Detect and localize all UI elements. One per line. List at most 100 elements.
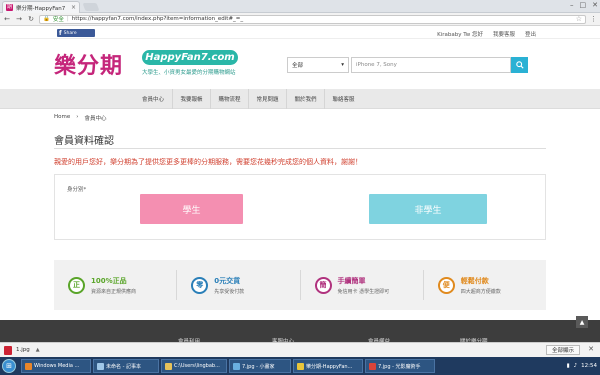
non-student-button[interactable]: 非學生 [369,194,487,224]
feature-subtitle: 免信用卡 憑學生證即可 [337,288,390,295]
breadcrumb-current: 會員中心 [84,116,107,122]
nav-item-member-center[interactable]: 會員中心 [134,89,172,109]
feature-subtitle: 四大超商方便繳款 [460,288,501,295]
search-category-select[interactable]: 全部 ▾ [287,57,349,73]
breadcrumb-separator: › [76,114,79,120]
site-top-strip: f Share Kirababy Tw 您好 我要客服 登出 [0,27,600,39]
identity-label: 身分別* [67,187,87,193]
main-nav: 會員中心 我要報帳 購物流程 常見問題 關於我們 聯絡客服 [0,89,600,109]
download-bar: 1.jpg ▲ 全部顯示 ✕ [0,342,600,357]
taskbar-label: 未命名 - 記事本 [106,363,141,370]
feature-title: 100%正品 [91,276,127,285]
feature-item: 便 輕鬆付款 四大超商方便繳款 [422,270,546,300]
url-text: https://happyfan7.com/index.php?item=inf… [71,16,244,22]
scroll-to-top-button[interactable]: ▲ [576,316,588,328]
browser-tab[interactable]: 期 樂分期-HappyFan7 × [2,1,80,13]
chrome-icon [297,362,304,370]
taskbar-item[interactable]: 7.jpg - 光影魔術手 [365,359,435,373]
show-all-downloads-button[interactable]: 全部顯示 [545,345,580,355]
network-icon[interactable]: ▮ [567,363,570,369]
taskbar-item[interactable]: 樂分期-HappyFan... [293,359,363,373]
address-bar: ← → ↻ 🔒 安全 | https://happyfan7.com/index… [0,13,600,26]
feature-title: 輕鬆付款 [460,276,489,285]
taskbar-label: Windows Media ... [34,363,80,369]
feature-title: 手續簡單 [337,276,366,285]
paint-icon [233,362,240,370]
taskbar-label: C:\Users\lingbab... [174,363,220,369]
feature-item: 簡 手續簡單 免信用卡 憑學生證即可 [299,270,423,300]
nav-item-faq[interactable]: 常見問題 [248,89,286,109]
minimize-icon[interactable]: – [570,1,574,9]
clock[interactable]: 12:54 [581,363,597,369]
photo-editor-icon [369,362,376,370]
lock-icon: 🔒 [43,16,50,22]
taskbar-label: 7.jpg - 小畫家 [242,363,275,370]
facebook-icon: f [59,29,62,37]
bookmark-star-icon[interactable]: ☆ [576,15,582,23]
feature-subtitle: 資源來自正規供應商 [91,288,137,295]
zero-icon: 零 [191,276,209,294]
feature-item: 零 0元交貨 先享受後付款 [176,270,299,300]
reload-icon[interactable]: ↻ [27,15,35,23]
top-links: Kirababy Tw 您好 我要客服 登出 [437,30,536,38]
taskbar-item[interactable]: C:\Users\lingbab... [161,359,227,373]
system-tray: ▮ ♪ 12:54 [567,357,597,375]
start-button[interactable]: ⊞ [2,359,16,373]
site-header: 樂分期 HappyFan7.com 大學生、小資男女最愛的分期購物網站 全部 ▾… [0,40,600,88]
facebook-share-button[interactable]: f Share [57,29,95,37]
taskbar-item[interactable]: Windows Media ... [21,359,91,373]
page-title: 會員資料確認 [54,136,114,147]
student-button[interactable]: 學生 [140,194,243,224]
logout-link[interactable]: 登出 [525,30,536,38]
tab-close-icon[interactable]: × [71,4,76,11]
search-button[interactable] [511,57,528,73]
logo-chinese[interactable]: 樂分期 [54,48,123,80]
url-field[interactable]: 🔒 安全 | https://happyfan7.com/index.php?i… [39,14,586,24]
logo-badge[interactable]: HappyFan7.com [142,50,238,65]
feature-item: 正 100%正品 資源來自正規供應商 [54,270,176,300]
windows-taskbar: ⊞ Windows Media ... 未命名 - 記事本 C:\Users\l… [0,357,600,375]
logo-tagline: 大學生、小資男女最愛的分期購物網站 [142,70,236,76]
chevron-down-icon: ▾ [341,62,344,68]
breadcrumb-home[interactable]: Home [54,114,70,122]
url-separator: | [66,16,69,22]
tab-title: 樂分期-HappyFan7 [16,5,66,12]
secure-label: 安全 [52,17,64,23]
nav-item-contact[interactable]: 聯絡客服 [324,89,362,109]
features-strip: 正 100%正品 資源來自正規供應商 零 0元交貨 先享受後付款 簡 手續簡單 … [54,260,546,310]
forward-arrow-icon[interactable]: → [15,15,23,23]
back-arrow-icon[interactable]: ← [3,15,11,23]
nav-item-reimburse[interactable]: 我要報帳 [172,89,210,109]
volume-icon[interactable]: ♪ [574,363,578,369]
download-item[interactable]: 1.jpg ▲ [4,345,40,355]
fb-share-label: Share [63,30,77,36]
genuine-icon: 正 [68,276,85,294]
site-footer: 會員利用 客服中心 會員權益 關於樂分期 [0,320,600,345]
feature-title: 0元交貨 [214,276,241,285]
taskbar-label: 7.jpg - 光影魔術手 [378,363,421,370]
maximize-icon[interactable]: □ [580,1,587,9]
browser-menu-icon[interactable]: ⋮ [590,15,597,23]
site-favicon-icon: 期 [6,4,13,11]
title-divider [54,148,546,149]
window-controls: – □ ✕ [570,1,598,9]
taskbar-item[interactable]: 未命名 - 記事本 [93,359,159,373]
breadcrumb: Home › 會員中心 [54,114,106,122]
new-tab-button[interactable] [82,3,100,11]
search-input[interactable]: iPhone 7, Sony [351,57,511,73]
nav-item-shopping-process[interactable]: 購物流程 [210,89,248,109]
notepad-icon [97,362,104,370]
search-category-value: 全部 [292,63,304,69]
folder-icon [165,362,172,370]
download-filename: 1.jpg [16,347,30,353]
convenient-icon: 便 [437,276,455,294]
customer-service-link[interactable]: 我要客服 [493,30,515,38]
taskbar-label: 樂分期-HappyFan... [306,363,353,370]
close-download-bar-icon[interactable]: ✕ [588,345,594,353]
user-greeting-link[interactable]: Kirababy Tw 您好 [437,30,483,38]
taskbar-item[interactable]: 7.jpg - 小畫家 [229,359,291,373]
feature-subtitle: 先享受後付款 [214,288,245,295]
close-window-icon[interactable]: ✕ [592,1,598,9]
nav-item-about[interactable]: 關於我們 [286,89,324,109]
chevron-up-icon[interactable]: ▲ [36,347,40,353]
